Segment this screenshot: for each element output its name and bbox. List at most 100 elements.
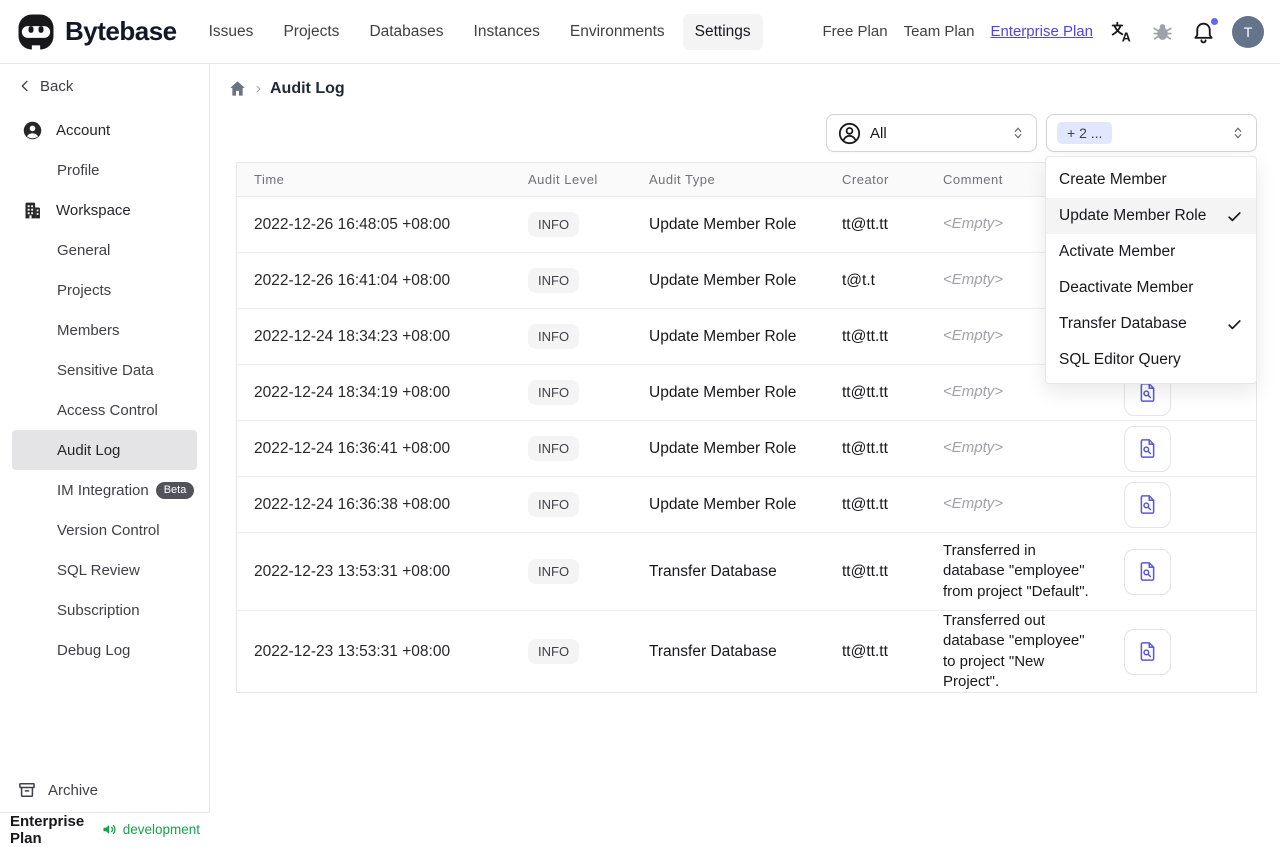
- filter-toolbar: All + 2 ...: [826, 114, 1257, 152]
- type-filter-badge: + 2 ...: [1057, 122, 1113, 144]
- audit-time: 2022-12-24 16:36:41 +08:00: [254, 439, 451, 457]
- audit-creator: tt@tt.tt: [842, 215, 888, 233]
- chevron-left-icon: [17, 78, 33, 94]
- audit-type-dropdown-menu: Create Member Update Member Role Activat…: [1045, 156, 1257, 384]
- sidebar-item-general[interactable]: General: [12, 230, 197, 270]
- home-icon[interactable]: [228, 79, 247, 98]
- sidebar-item-projects[interactable]: Projects: [12, 270, 197, 310]
- topnav-right: Free Plan Team Plan Enterprise Plan A T: [823, 15, 1264, 48]
- audit-level-badge: INFO: [528, 639, 580, 664]
- main-content: › Audit Log All + 2 ... Time Audit Level…: [210, 64, 1280, 846]
- menu-item-label: Activate Member: [1059, 243, 1176, 260]
- enterprise-plan-link[interactable]: Enterprise Plan: [990, 23, 1093, 40]
- sidebar-nav: Account Profile Workspace General Projec…: [0, 108, 209, 670]
- nav-item-instances[interactable]: Instances: [462, 14, 552, 50]
- audit-creator: tt@tt.tt: [842, 383, 888, 401]
- sidebar-item-debug-log[interactable]: Debug Log: [12, 630, 197, 670]
- nav-item-issues[interactable]: Issues: [197, 14, 266, 50]
- user-avatar[interactable]: T: [1232, 15, 1264, 48]
- current-plan-label: Enterprise Plan: [10, 812, 85, 847]
- chevron-right-icon: ›: [256, 80, 261, 97]
- menu-item-label: Deactivate Member: [1059, 279, 1194, 296]
- back-button[interactable]: Back: [0, 64, 209, 108]
- brand-name: Bytebase: [65, 16, 177, 46]
- notifications-bell-icon[interactable]: [1191, 17, 1219, 44]
- sidebar-item-im-integration[interactable]: IM Integration Beta: [12, 470, 197, 510]
- nav-item-environments[interactable]: Environments: [558, 14, 677, 50]
- section-label: Account: [56, 121, 111, 139]
- audit-level-badge: INFO: [528, 436, 580, 461]
- nav-item-projects[interactable]: Projects: [271, 14, 351, 50]
- creator-filter-select[interactable]: All: [826, 114, 1037, 152]
- nav-item-databases[interactable]: Databases: [357, 14, 455, 50]
- menu-item-deactivate-member[interactable]: Deactivate Member: [1046, 270, 1256, 306]
- view-detail-button[interactable]: [1124, 425, 1171, 472]
- audit-time: 2022-12-23 13:53:31 +08:00: [254, 562, 451, 580]
- translate-icon[interactable]: A: [1109, 19, 1134, 44]
- audit-type: Update Member Role: [649, 271, 797, 289]
- audit-type: Update Member Role: [649, 327, 797, 345]
- archive-label: Archive: [48, 781, 99, 799]
- audit-time: 2022-12-23 13:53:31 +08:00: [254, 642, 451, 660]
- header-creator: Creator: [842, 172, 889, 187]
- audit-comment: Transferred in database "employee" from …: [943, 542, 1089, 600]
- audit-type: Update Member Role: [649, 439, 797, 457]
- bug-icon[interactable]: [1150, 19, 1175, 44]
- audit-type-filter-select[interactable]: + 2 ...: [1046, 114, 1257, 152]
- team-plan-link[interactable]: Team Plan: [904, 23, 975, 40]
- audit-level-badge: INFO: [528, 324, 580, 349]
- sidebar-item-access-control[interactable]: Access Control: [12, 390, 197, 430]
- nav-item-settings[interactable]: Settings: [682, 13, 763, 50]
- menu-item-label: Create Member: [1059, 171, 1167, 188]
- volume-icon: [101, 821, 118, 838]
- view-detail-button[interactable]: [1124, 548, 1171, 595]
- breadcrumb: › Audit Log: [210, 64, 1280, 98]
- sidebar-item-audit-log[interactable]: Audit Log: [12, 430, 197, 470]
- audit-creator: t@t.t: [842, 271, 875, 289]
- menu-item-label: Transfer Database: [1059, 315, 1187, 332]
- environment-label: development: [122, 822, 200, 837]
- menu-item-update-member-role[interactable]: Update Member Role: [1046, 198, 1256, 234]
- beta-badge: Beta: [155, 481, 195, 499]
- creator-filter-value: All: [870, 124, 887, 142]
- person-circle-icon: [837, 121, 862, 146]
- audit-level-badge: INFO: [528, 212, 580, 237]
- bytebase-logo[interactable]: Bytebase: [16, 12, 177, 52]
- free-plan-link[interactable]: Free Plan: [823, 23, 888, 40]
- audit-level-badge: INFO: [528, 380, 580, 405]
- menu-item-create-member[interactable]: Create Member: [1046, 162, 1256, 198]
- sidebar-item-members[interactable]: Members: [12, 310, 197, 350]
- audit-creator: tt@tt.tt: [842, 562, 888, 580]
- sidebar-item-sensitive-data[interactable]: Sensitive Data: [12, 350, 197, 390]
- back-label: Back: [40, 77, 74, 95]
- audit-comment: <Empty>: [943, 383, 1004, 401]
- check-icon: [1226, 208, 1243, 225]
- menu-item-transfer-database[interactable]: Transfer Database: [1046, 306, 1256, 342]
- sidebar-item-subscription[interactable]: Subscription: [12, 590, 197, 630]
- audit-type: Update Member Role: [649, 495, 797, 513]
- header-audit-level: Audit Level: [528, 172, 598, 187]
- page-title: Audit Log: [270, 79, 345, 97]
- view-detail-button[interactable]: [1124, 481, 1171, 528]
- audit-comment: <Empty>: [943, 439, 1004, 457]
- audit-time: 2022-12-26 16:48:05 +08:00: [254, 215, 451, 233]
- sidebar-item-sql-review[interactable]: SQL Review: [12, 550, 197, 590]
- notification-dot: [1210, 17, 1219, 26]
- svg-text:A: A: [1122, 30, 1131, 44]
- audit-level-badge: INFO: [528, 559, 580, 584]
- audit-time: 2022-12-24 18:34:23 +08:00: [254, 327, 451, 345]
- audit-level-badge: INFO: [528, 492, 580, 517]
- section-label: Workspace: [56, 201, 131, 219]
- top-navigation: Bytebase Issues Projects Databases Insta…: [0, 0, 1280, 64]
- sidebar-item-version-control[interactable]: Version Control: [12, 510, 197, 550]
- sidebar-section-workspace: Workspace: [12, 190, 197, 230]
- im-integration-label: IM Integration: [57, 481, 149, 499]
- sidebar-item-profile[interactable]: Profile: [12, 150, 197, 190]
- audit-type: Transfer Database: [649, 642, 777, 660]
- menu-item-sql-editor-query[interactable]: SQL Editor Query: [1046, 342, 1256, 378]
- menu-item-label: Update Member Role: [1059, 207, 1207, 224]
- archive-button[interactable]: Archive: [0, 768, 209, 812]
- table-row: 2022-12-24 16:36:41 +08:00 INFO Update M…: [237, 421, 1256, 477]
- view-detail-button[interactable]: [1124, 628, 1171, 675]
- menu-item-activate-member[interactable]: Activate Member: [1046, 234, 1256, 270]
